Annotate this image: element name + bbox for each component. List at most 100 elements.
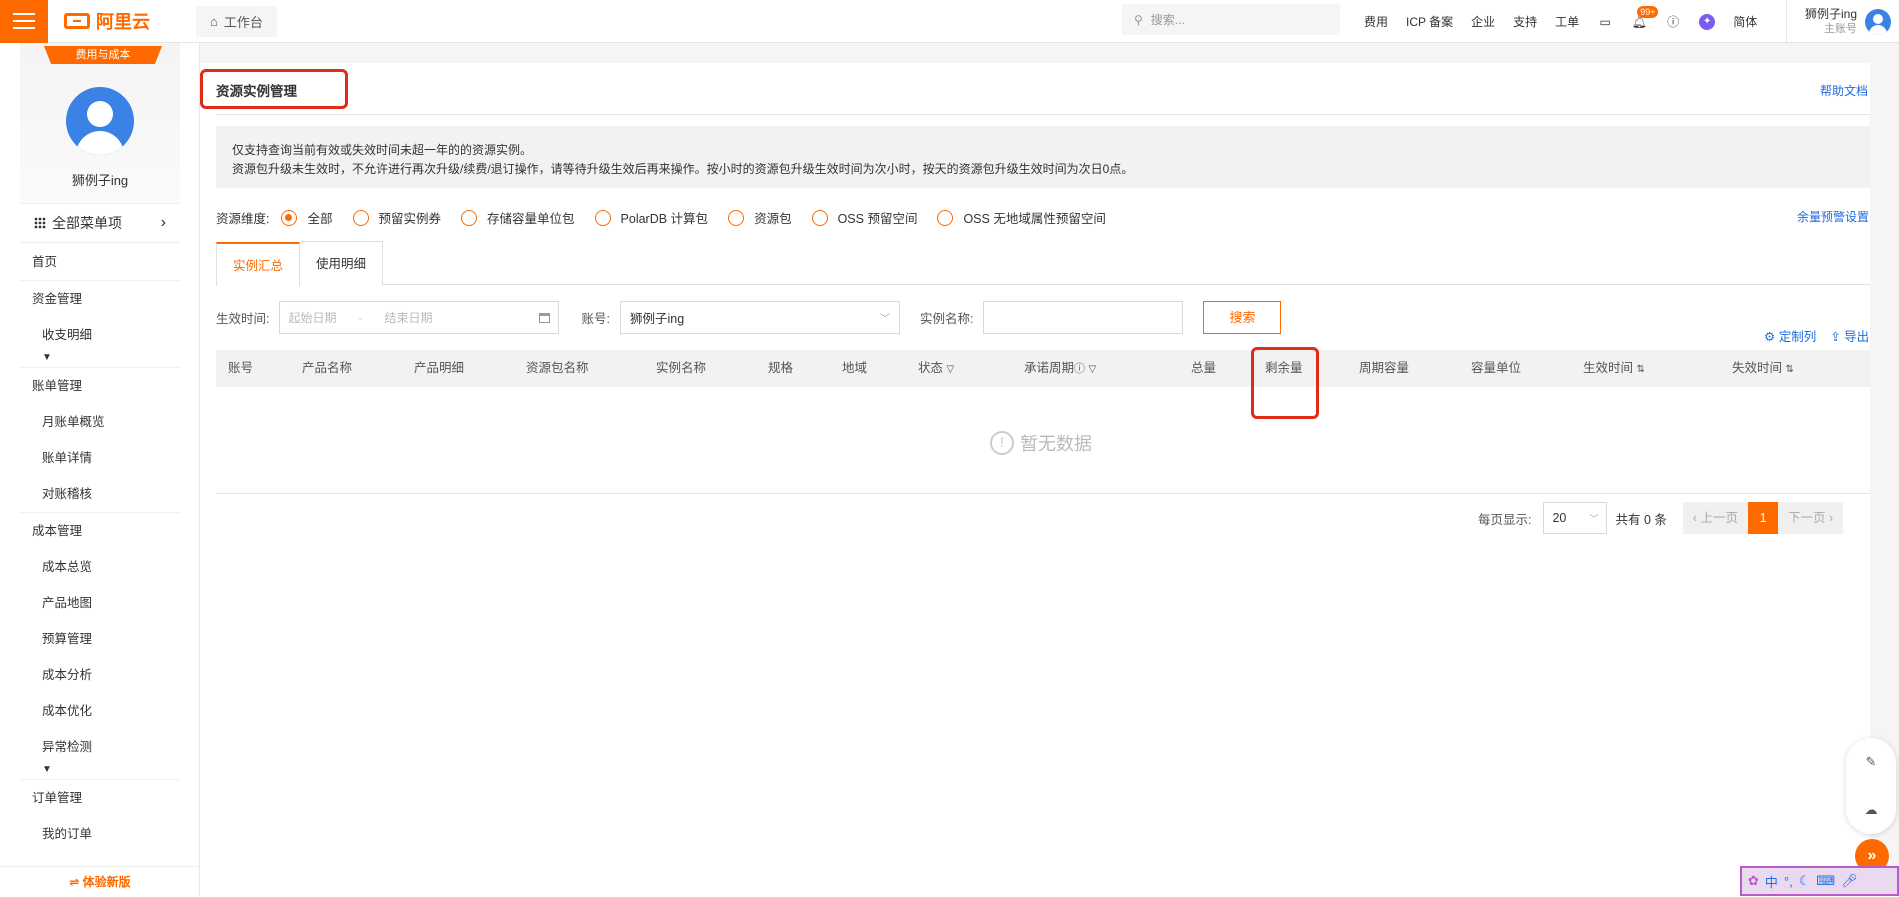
column-header: 周期容量 — [1359, 361, 1410, 375]
sidebar-item-monthly-bill[interactable]: 月账单概览 — [20, 404, 180, 440]
sidebar-item-home[interactable]: 首页 — [20, 244, 180, 280]
sort-icon[interactable]: ⇅ — [1637, 364, 1645, 375]
radio-polardb[interactable]: PolarDB 计算包 — [594, 208, 708, 227]
top-link-enterprise[interactable]: 企业 — [1471, 13, 1495, 30]
user-avatar — [1865, 8, 1892, 35]
column-header: 规格 — [768, 361, 794, 375]
sidebar-item-cost-analysis[interactable]: 成本分析 — [20, 657, 180, 693]
end-date-placeholder: 结束日期 — [384, 311, 433, 325]
account-select[interactable]: 狮例子ing ﹀ — [619, 301, 900, 334]
sidebar-item-reconciliation[interactable]: 对账稽核 — [20, 476, 180, 512]
highlight-box-title — [200, 69, 348, 109]
balance-alert-settings-link[interactable]: 余量预警设置 — [1797, 208, 1869, 225]
pagination: 每页显示: 20 ﹀ 共有 0 条 ‹ 上一页 1 下一页 › — [1478, 502, 1844, 534]
prev-page-button[interactable]: ‹ 上一页 — [1682, 502, 1749, 534]
all-menu-button[interactable]: 全部菜单项 › — [20, 203, 180, 243]
menu-group-title[interactable]: 订单管理 — [20, 780, 180, 816]
column-header: 账号 — [228, 361, 254, 375]
highlight-box-remaining — [1251, 347, 1319, 419]
account-label: 账号: — [581, 312, 610, 326]
search-button[interactable]: 搜索 — [1203, 301, 1282, 334]
chevron-down-icon: ﹀ — [1589, 513, 1599, 524]
sidebar-item-transactions[interactable]: 收支明细 — [20, 317, 180, 353]
notice-line-1: 仅支持查询当前有效或失效时间未超一年的的资源实例。 — [232, 143, 533, 157]
page-size-select[interactable]: 20 ﹀ — [1543, 502, 1608, 534]
column-header-effective-time[interactable]: 生效时间 ⇅ — [1583, 350, 1645, 387]
sidebar-item-cost-overview[interactable]: 成本总览 — [20, 549, 180, 585]
column-header-expiry-time[interactable]: 失效时间 ⇅ — [1732, 350, 1794, 387]
language-switch[interactable]: 简体 — [1733, 13, 1757, 30]
column-header-commitment[interactable]: 承诺周期ⓘ ▽ — [1024, 350, 1096, 387]
expand-caret-icon[interactable]: ▼ — [20, 765, 180, 779]
instance-name-input[interactable] — [983, 301, 1184, 334]
export-button[interactable]: ⇪ 导出 — [1830, 326, 1869, 345]
filter-icon[interactable]: ▽ — [947, 364, 955, 375]
filter-icon[interactable]: ▽ — [1089, 364, 1097, 375]
user-name: 狮例子ing — [1805, 6, 1858, 21]
sidebar-item-anomaly[interactable]: 异常检测 — [20, 729, 180, 765]
keyboard-icon[interactable]: ⌨ — [1816, 873, 1835, 889]
sidebar-item-budget[interactable]: 预算管理 — [20, 621, 180, 657]
cloud-icon[interactable]: ☁ — [1865, 802, 1878, 818]
sort-icon[interactable]: ⇅ — [1786, 364, 1794, 375]
expand-caret-icon[interactable]: ▼ — [20, 353, 180, 367]
top-link-support[interactable]: 支持 — [1513, 13, 1537, 30]
radio-all[interactable]: 全部 — [281, 208, 333, 227]
bell-icon[interactable]: 🔔︎ 99+ — [1631, 5, 1659, 30]
menu-group-title[interactable]: 账单管理 — [20, 368, 180, 404]
search-icon: ⚲ — [1134, 12, 1143, 27]
ime-chinese-mode[interactable]: 中 — [1765, 872, 1778, 891]
dimension-label: 资源维度: — [216, 212, 270, 226]
filter-bar: 生效时间: 起始日期 - 结束日期 账号: 狮例子ing ﹀ 实例名称: 搜索 — [216, 301, 1870, 334]
column-header: 资源包名称 — [526, 361, 589, 375]
date-range-picker[interactable]: 起始日期 - 结束日期 — [279, 301, 560, 334]
sidebar-item-product-map[interactable]: 产品地图 — [20, 585, 180, 621]
menu-toggle-button[interactable] — [0, 0, 48, 43]
top-link-icp[interactable]: ICP 备案 — [1406, 13, 1453, 30]
radio-oss-global[interactable]: OSS 无地域属性预留空间 — [937, 208, 1106, 227]
current-page-button[interactable]: 1 — [1748, 502, 1779, 534]
sidebar-menu: 首页 资金管理 收支明细 ▼ 账单管理 月账单概览 账单详情 对账稽核 成本管理… — [20, 244, 180, 852]
radio-icon — [811, 209, 828, 226]
sidebar-item-cost-optimization[interactable]: 成本优化 — [20, 693, 180, 729]
radio-icon — [937, 209, 954, 226]
menu-group-title[interactable]: 资金管理 — [20, 281, 180, 317]
help-icon[interactable]: ⓘ — [1665, 14, 1681, 30]
section-tag: 费用与成本 — [44, 46, 162, 64]
moon-icon[interactable]: ☾ — [1799, 873, 1811, 889]
tab-usage-details[interactable]: 使用明细 — [300, 241, 384, 285]
global-search-input[interactable]: ⚲ 搜索... — [1122, 4, 1340, 35]
ime-logo-icon: ✿ — [1748, 873, 1759, 888]
customize-columns-button[interactable]: ⚙ 定制列 — [1764, 326, 1816, 345]
terminal-icon[interactable]: ▭ — [1597, 14, 1613, 30]
tab-instance-summary[interactable]: 实例汇总 — [216, 242, 301, 286]
help-docs-link[interactable]: 帮助文档 — [1820, 82, 1868, 99]
next-page-button[interactable]: 下一页 › — [1778, 502, 1844, 534]
column-header: 产品名称 — [302, 361, 353, 375]
assistant-icon[interactable]: ✦ — [1699, 13, 1716, 30]
table-header: 账号 产品名称 产品明细 资源包名称 实例名称 规格 地域 状态 ▽ 承诺周期ⓘ… — [216, 350, 1870, 387]
column-header: 实例名称 — [656, 361, 707, 375]
profile-name: 狮例子ing — [71, 173, 129, 188]
sidebar-item-bill-details[interactable]: 账单详情 — [20, 440, 180, 476]
radio-oss-reserved[interactable]: OSS 预留空间 — [811, 208, 917, 227]
empty-state: ! 暂无数据 — [990, 430, 1092, 456]
radio-storage-capacity[interactable]: 存储容量单位包 — [461, 208, 575, 227]
sidebar-item-my-orders[interactable]: 我的订单 — [20, 816, 180, 852]
top-link-fee[interactable]: 费用 — [1364, 13, 1388, 30]
top-links: 费用 ICP 备案 企业 支持 工单 ▭ 🔔︎ 99+ ⓘ ✦ 简体 — [1364, 0, 1757, 43]
aliyun-logo[interactable]: 阿里云 — [64, 8, 174, 34]
radio-reserved-instance[interactable]: 预留实例券 — [352, 208, 441, 227]
edit-icon[interactable]: ✎ — [1866, 754, 1877, 770]
radio-resource-pack[interactable]: 资源包 — [728, 208, 792, 227]
microphone-icon[interactable]: 🎤︎ — [1841, 873, 1858, 889]
range-separator: - — [358, 310, 363, 325]
user-menu[interactable]: 狮例子ing 主账号 — [1786, 0, 1892, 43]
radio-checked-icon — [281, 209, 298, 226]
top-link-ticket[interactable]: 工单 — [1555, 13, 1579, 30]
column-header-status[interactable]: 状态 ▽ — [918, 350, 954, 387]
workbench-button[interactable]: ⌂ 工作台 — [196, 5, 277, 37]
try-new-version-button[interactable]: ⇌ 体验新版 — [0, 866, 200, 896]
ime-punctuation-icon[interactable]: °, — [1784, 874, 1793, 889]
menu-group-title[interactable]: 成本管理 — [20, 513, 180, 549]
